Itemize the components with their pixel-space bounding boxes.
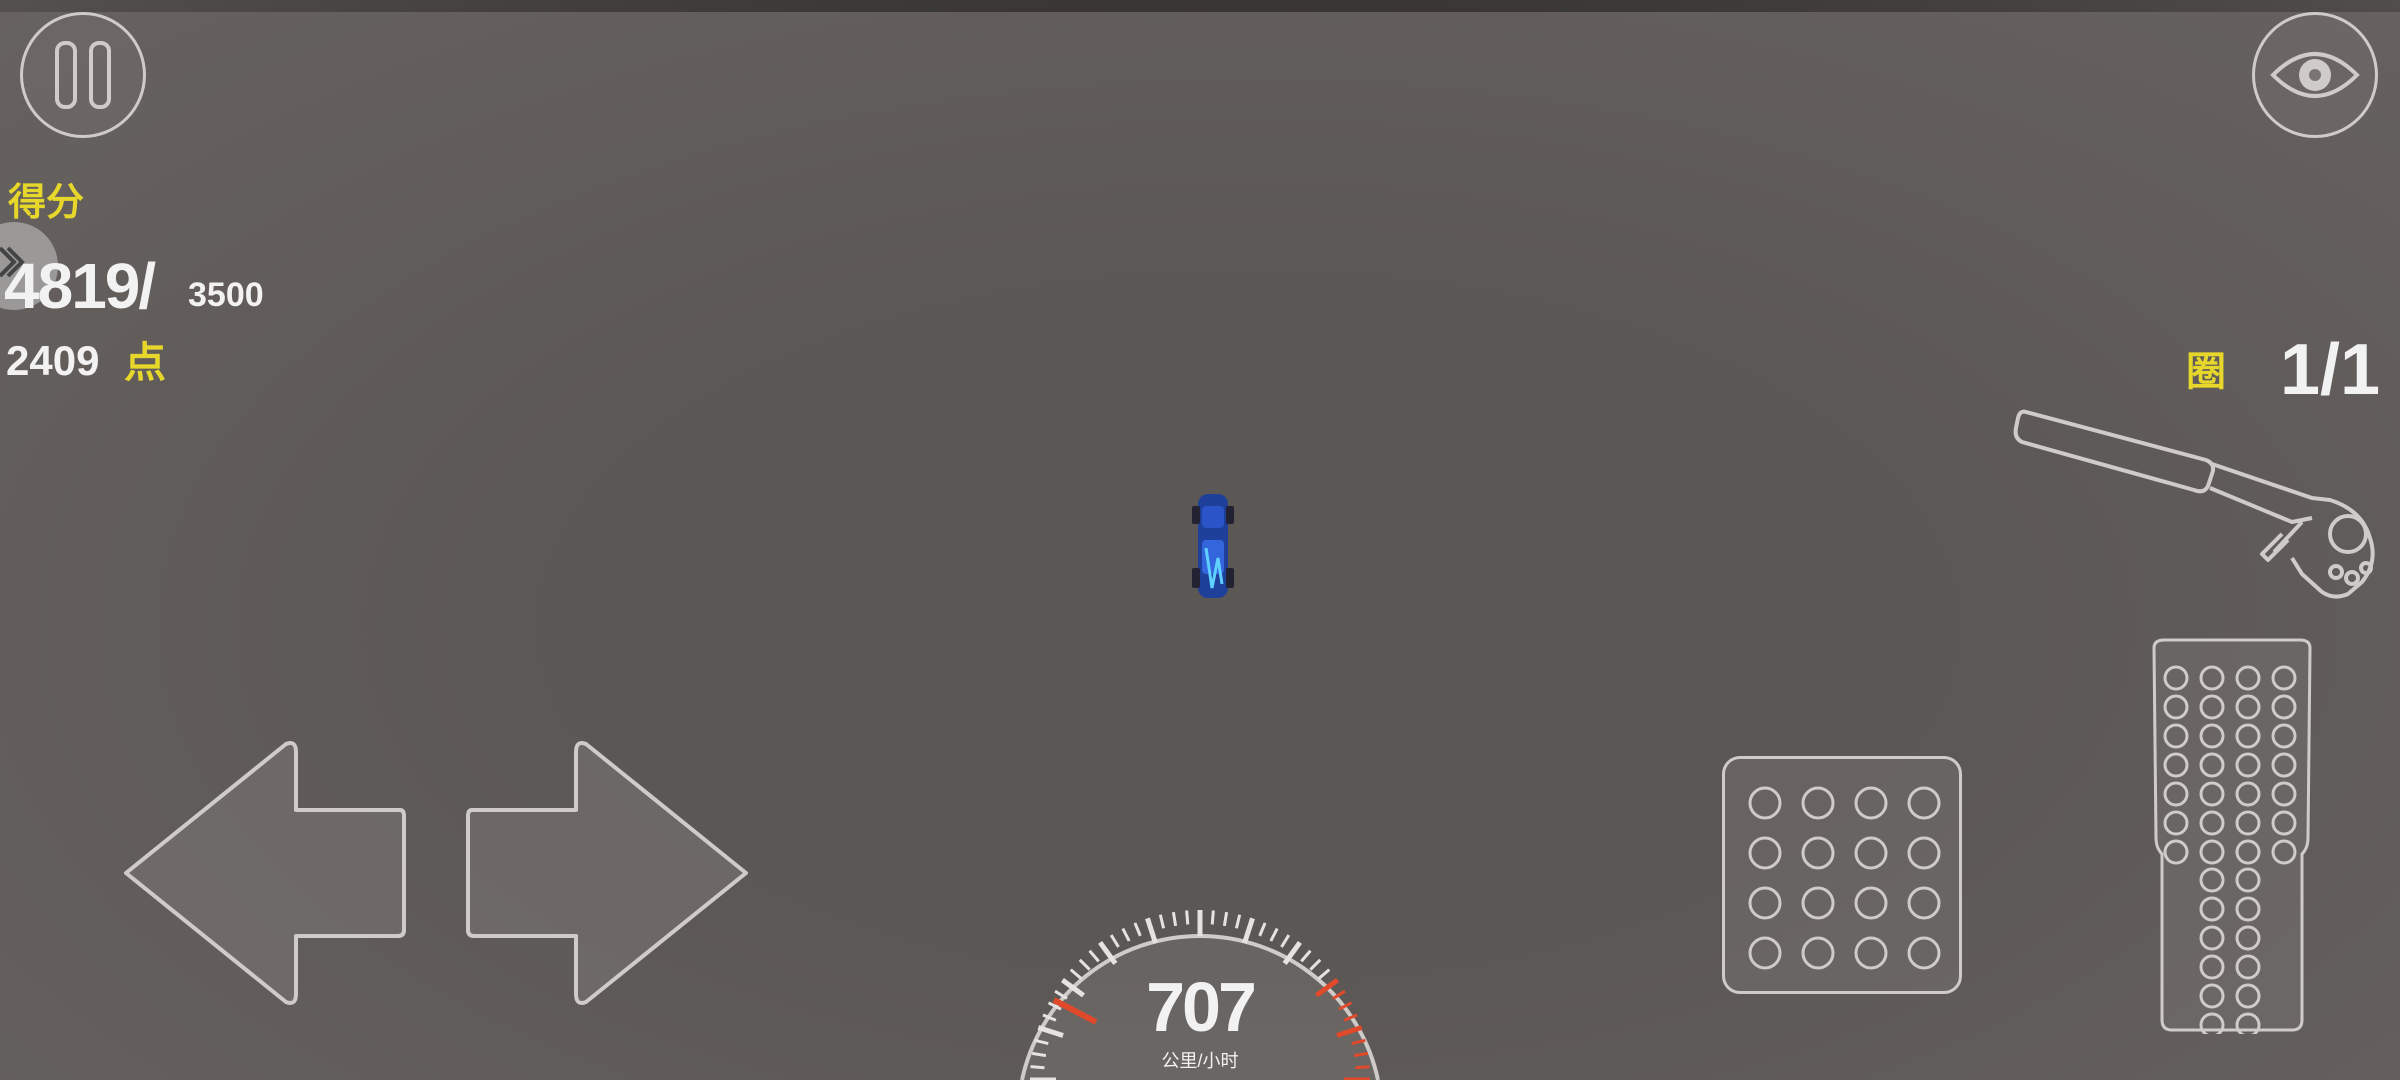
steer-left-button[interactable] [118, 738, 408, 1008]
pause-icon [55, 41, 111, 109]
speedometer-tick [1280, 934, 1291, 948]
brake-grip-dot [1801, 936, 1835, 970]
brake-pedal[interactable] [1722, 756, 1962, 994]
brake-grip-dot [1801, 786, 1835, 820]
speedometer-tick [1210, 910, 1215, 925]
speedometer-tick [1234, 914, 1242, 929]
steer-right-button[interactable] [464, 738, 754, 1008]
brake-grip-dot [1748, 836, 1782, 870]
score-value: 4819/ [4, 250, 156, 322]
speedometer-tick [1133, 922, 1142, 937]
speedometer-tick [1269, 927, 1279, 942]
brake-grip-dot [1801, 886, 1835, 920]
speedometer-tick [1317, 968, 1331, 980]
brake-grip-dot [1801, 836, 1835, 870]
arrow-left-icon [124, 741, 406, 1005]
speedometer-tick [1171, 911, 1178, 927]
brake-grip-dot [1748, 786, 1782, 820]
brake-grip-dot [1854, 886, 1888, 920]
score-target: 3500 [188, 276, 264, 314]
speedometer-tick [1121, 927, 1131, 942]
brake-grip-dot [1748, 886, 1782, 920]
player-car [1192, 494, 1234, 598]
speedometer-tick [1158, 914, 1166, 929]
speedometer-tick [1309, 958, 1322, 971]
brake-grip-dot [1854, 836, 1888, 870]
speed-unit: 公里/小时 [1161, 1051, 1239, 1071]
brake-grip-dot [1907, 836, 1941, 870]
pause-button[interactable] [20, 12, 146, 138]
handbrake-lever[interactable] [2012, 402, 2392, 612]
speedometer-tick [1145, 917, 1158, 944]
speedometer-tick [1242, 917, 1255, 944]
brake-grip-dot [1907, 886, 1941, 920]
brake-grip-dot [1854, 936, 1888, 970]
gas-pedal[interactable] [2142, 638, 2322, 1034]
lap-label: 圈 [2186, 350, 2226, 394]
brake-pedal-icon [1748, 786, 1941, 970]
camera-view-button[interactable] [2252, 12, 2378, 138]
speedometer-tick [1078, 958, 1091, 971]
points-value: 2409 [6, 337, 100, 384]
speedometer-tick [1030, 1065, 1045, 1070]
status-bar [0, 0, 2400, 12]
brake-grip-dot [1907, 786, 1941, 820]
speedometer-tick [1355, 1065, 1370, 1070]
speedometer-tick [1088, 949, 1100, 963]
speedometer-tick [1300, 949, 1312, 963]
speed-value: 707 [1146, 968, 1257, 1046]
speedometer-tick [1185, 910, 1190, 925]
handbrake-icon [2013, 409, 2375, 599]
speedometer-tick [1069, 968, 1083, 980]
eye-icon [2270, 52, 2360, 98]
brake-grip-dot [1854, 786, 1888, 820]
speedometer-tick [1109, 934, 1120, 948]
lap-value: 1/1 [2280, 330, 2381, 410]
arrow-right-icon [466, 741, 748, 1005]
speedometer-tick [1222, 911, 1229, 927]
score-label: 得分 [8, 182, 85, 224]
brake-grip-dot [1748, 936, 1782, 970]
brake-grip-dot [1907, 936, 1941, 970]
speedometer-tick [1258, 922, 1267, 937]
points-unit: 点 [124, 339, 167, 386]
